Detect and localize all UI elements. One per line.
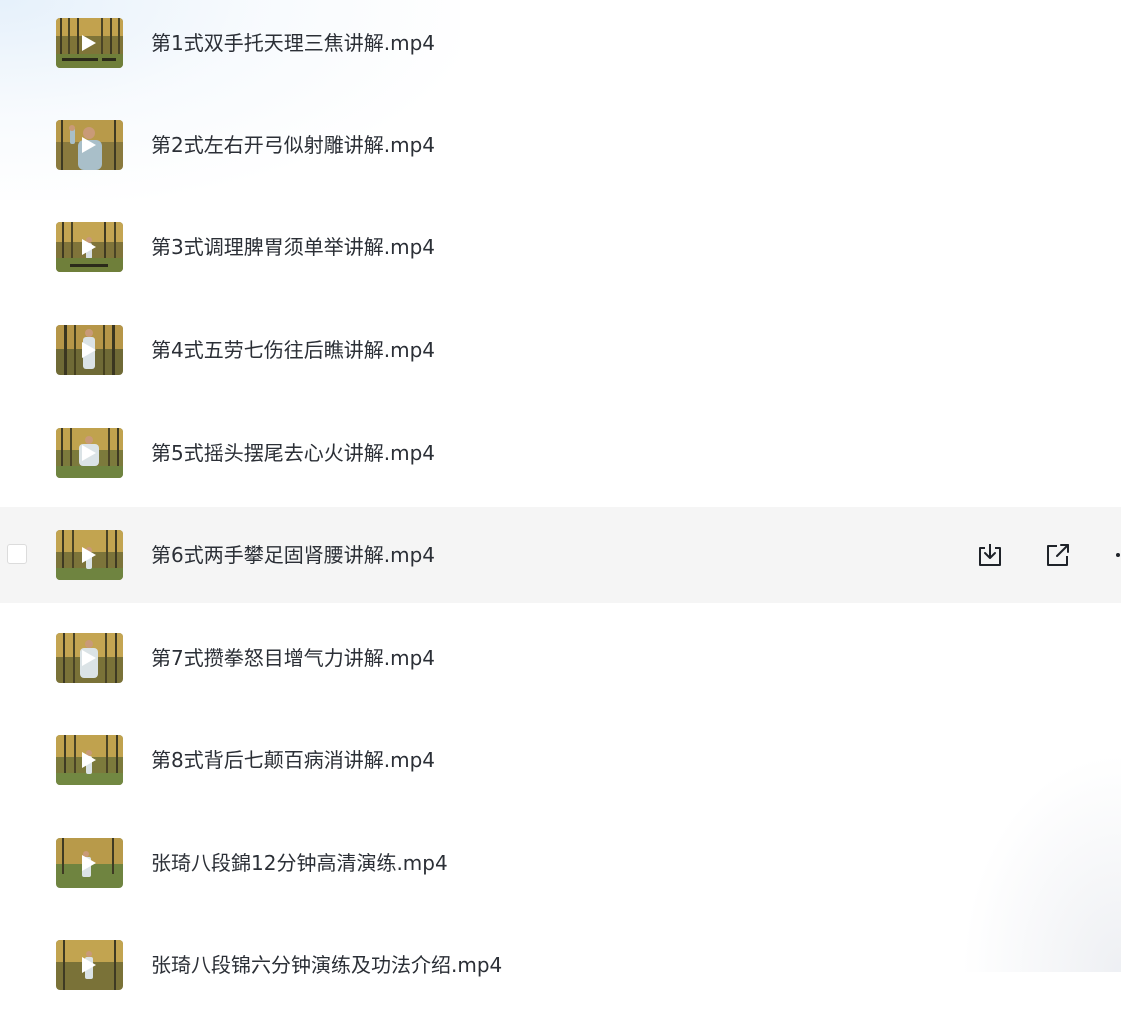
video-thumbnail bbox=[56, 838, 123, 888]
video-thumbnail bbox=[56, 940, 123, 990]
file-name: 张琦八段锦六分钟演练及功法介绍.mp4 bbox=[151, 953, 503, 977]
video-thumbnail bbox=[56, 633, 123, 683]
file-row[interactable]: 第3式调理脾胃须单举讲解.mp4 bbox=[0, 199, 1121, 295]
play-icon bbox=[82, 957, 96, 973]
video-thumbnail bbox=[56, 735, 123, 785]
file-name: 第3式调理脾胃须单举讲解.mp4 bbox=[151, 235, 435, 259]
file-name: 第1式双手托天理三焦讲解.mp4 bbox=[151, 31, 435, 55]
play-icon bbox=[82, 445, 96, 461]
file-row[interactable]: 张琦八段锦六分钟演练及功法介绍.mp4 bbox=[0, 917, 1121, 1013]
file-row[interactable]: 第5式摇头摆尾去心火讲解.mp4 bbox=[0, 405, 1121, 501]
play-icon bbox=[82, 547, 96, 563]
play-icon bbox=[82, 650, 96, 666]
more-icon bbox=[1116, 553, 1120, 557]
download-button[interactable] bbox=[972, 537, 1008, 573]
file-row-hovered[interactable]: 第6式两手攀足固肾腰讲解.mp4 bbox=[0, 507, 1121, 603]
file-name: 第4式五劳七伤往后瞧讲解.mp4 bbox=[151, 338, 435, 362]
play-icon bbox=[82, 855, 96, 871]
video-thumbnail bbox=[56, 222, 123, 272]
file-row[interactable]: 第2式左右开弓似射雕讲解.mp4 bbox=[0, 97, 1121, 193]
video-thumbnail bbox=[56, 325, 123, 375]
select-checkbox[interactable] bbox=[7, 544, 27, 564]
play-icon bbox=[82, 752, 96, 768]
video-thumbnail bbox=[56, 18, 123, 68]
more-button[interactable] bbox=[1108, 537, 1121, 573]
download-icon bbox=[979, 544, 1001, 566]
share-icon bbox=[1047, 544, 1069, 566]
file-name: 第5式摇头摆尾去心火讲解.mp4 bbox=[151, 441, 435, 465]
share-button[interactable] bbox=[1040, 537, 1076, 573]
file-row[interactable]: 第1式双手托天理三焦讲解.mp4 bbox=[0, 0, 1121, 91]
file-name: 张琦八段錦12分钟高清演练.mp4 bbox=[151, 851, 448, 875]
row-actions bbox=[968, 537, 1121, 573]
play-icon bbox=[82, 35, 96, 51]
video-thumbnail bbox=[56, 530, 123, 580]
play-icon bbox=[82, 137, 96, 153]
video-thumbnail bbox=[56, 428, 123, 478]
file-list: 第1式双手托天理三焦讲解.mp4 第2式左右开弓似射雕讲解.mp4 第3式调理脾… bbox=[0, 0, 1121, 990]
file-row[interactable]: 第7式攒拳怒目增气力讲解.mp4 bbox=[0, 610, 1121, 706]
file-name: 第7式攒拳怒目增气力讲解.mp4 bbox=[151, 646, 435, 670]
file-row[interactable]: 第4式五劳七伤往后瞧讲解.mp4 bbox=[0, 302, 1121, 398]
file-row[interactable]: 第8式背后七颠百病消讲解.mp4 bbox=[0, 712, 1121, 808]
play-icon bbox=[82, 239, 96, 255]
file-name: 第8式背后七颠百病消讲解.mp4 bbox=[151, 748, 435, 772]
file-name: 第6式两手攀足固肾腰讲解.mp4 bbox=[151, 543, 435, 567]
file-row[interactable]: 张琦八段錦12分钟高清演练.mp4 bbox=[0, 815, 1121, 911]
play-icon bbox=[82, 342, 96, 358]
video-thumbnail bbox=[56, 120, 123, 170]
file-name: 第2式左右开弓似射雕讲解.mp4 bbox=[151, 133, 435, 157]
